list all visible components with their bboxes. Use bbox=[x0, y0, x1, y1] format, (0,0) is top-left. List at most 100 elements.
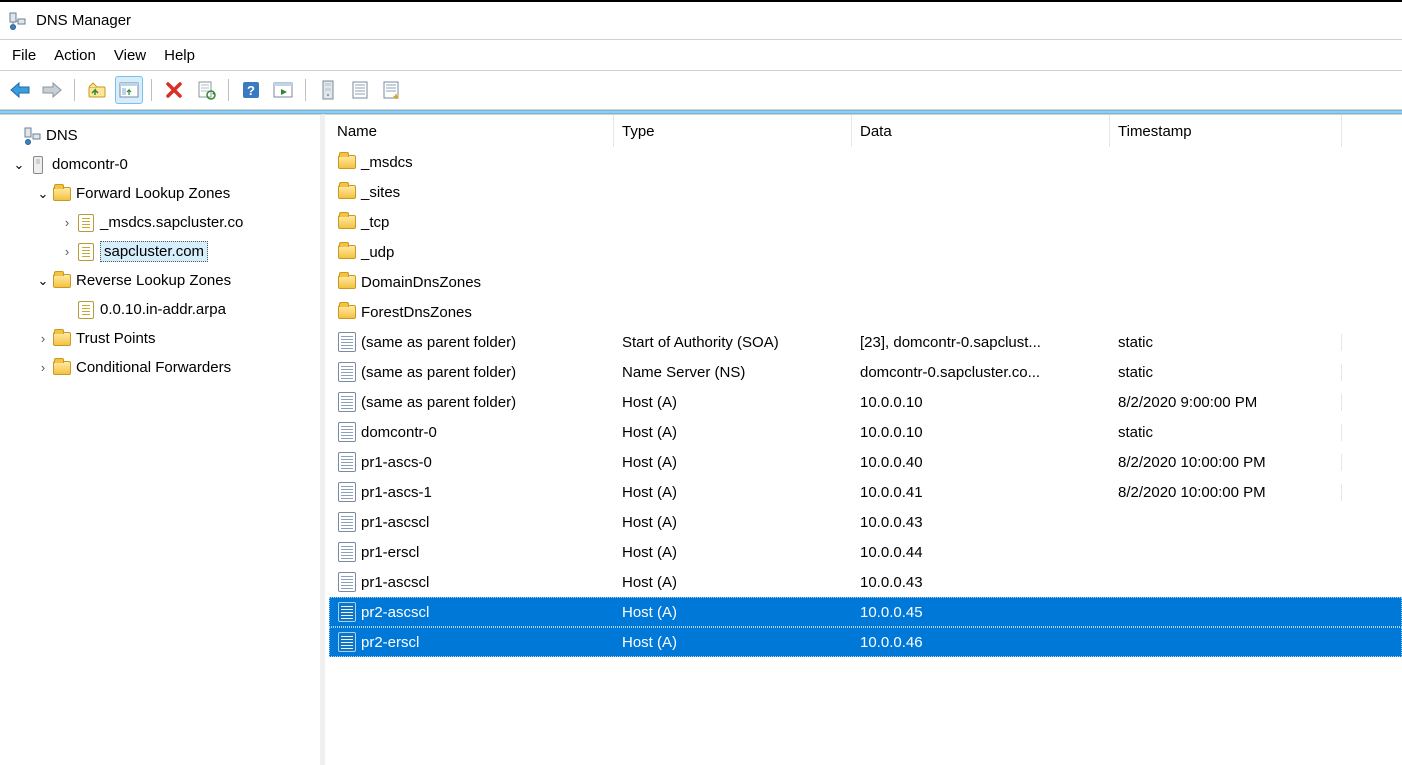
tree-label: Reverse Lookup Zones bbox=[76, 272, 231, 289]
tree-root-dns[interactable]: DNS bbox=[0, 121, 320, 150]
menu-file[interactable]: File bbox=[12, 47, 36, 64]
server-icon bbox=[28, 155, 48, 175]
cell-type: Host (A) bbox=[614, 424, 852, 441]
list-row[interactable]: pr2-ersclHost (A)10.0.0.46 bbox=[329, 627, 1402, 657]
list-row[interactable]: pr1-ersclHost (A)10.0.0.44 bbox=[329, 537, 1402, 567]
cell-timestamp: 8/2/2020 10:00:00 PM bbox=[1110, 454, 1342, 471]
expand-icon[interactable]: › bbox=[34, 331, 52, 346]
list-row[interactable]: pr1-ascsclHost (A)10.0.0.43 bbox=[329, 567, 1402, 597]
up-folder-button[interactable] bbox=[83, 76, 111, 104]
cell-name: pr1-ascs-1 bbox=[329, 482, 614, 502]
cell-type: Host (A) bbox=[614, 454, 852, 471]
cell-timestamp: static bbox=[1110, 334, 1342, 351]
folder-icon bbox=[337, 272, 357, 292]
column-header-data[interactable]: Data bbox=[852, 115, 1110, 147]
tree-zone-arpa[interactable]: 0.0.10.in-addr.arpa bbox=[0, 295, 320, 324]
tree-label: _msdcs.sapcluster.co bbox=[100, 214, 243, 231]
tree-conditional-forwarders[interactable]: › Conditional Forwarders bbox=[0, 353, 320, 382]
list-header: Name Type Data Timestamp bbox=[325, 115, 1402, 147]
list-row[interactable]: pr1-ascscl Host (A)10.0.0.43 bbox=[329, 507, 1402, 537]
title-bar: DNS Manager bbox=[0, 2, 1402, 40]
cell-name-text: pr1-erscl bbox=[361, 544, 419, 561]
list-row[interactable]: _udp bbox=[329, 237, 1402, 267]
tree-label: 0.0.10.in-addr.arpa bbox=[100, 301, 226, 318]
list-row[interactable]: DomainDnsZones bbox=[329, 267, 1402, 297]
delete-button[interactable] bbox=[160, 76, 188, 104]
cell-name: _msdcs bbox=[329, 152, 614, 172]
new-record-button[interactable] bbox=[378, 76, 406, 104]
cell-name-text: _udp bbox=[361, 244, 394, 261]
cell-name-text: (same as parent folder) bbox=[361, 364, 516, 381]
list-row[interactable]: pr2-ascsclHost (A)10.0.0.45 bbox=[329, 597, 1402, 627]
column-header-type[interactable]: Type bbox=[614, 115, 852, 147]
column-header-timestamp[interactable]: Timestamp bbox=[1110, 115, 1342, 147]
refresh-button[interactable] bbox=[192, 76, 220, 104]
help-button[interactable]: ? bbox=[237, 76, 265, 104]
cell-name-text: _msdcs bbox=[361, 154, 413, 171]
cell-data: 10.0.0.43 bbox=[852, 514, 1110, 531]
menu-help[interactable]: Help bbox=[164, 47, 195, 64]
column-header-name[interactable]: Name bbox=[329, 115, 614, 147]
list-row[interactable]: ForestDnsZones bbox=[329, 297, 1402, 327]
list-row[interactable]: _tcp bbox=[329, 207, 1402, 237]
cell-name: domcontr-0 bbox=[329, 422, 614, 442]
cell-data: 10.0.0.43 bbox=[852, 574, 1110, 591]
expand-icon[interactable]: › bbox=[58, 215, 76, 230]
tree-trust-points[interactable]: › Trust Points bbox=[0, 324, 320, 353]
forward-button[interactable] bbox=[38, 76, 66, 104]
tree-zone-msdcs[interactable]: › _msdcs.sapcluster.co bbox=[0, 208, 320, 237]
list-row[interactable]: (same as parent folder)Host (A)10.0.0.10… bbox=[329, 387, 1402, 417]
toolbar-separator bbox=[228, 79, 229, 101]
record-icon bbox=[337, 332, 357, 352]
app-icon bbox=[8, 12, 26, 30]
tree-label: Forward Lookup Zones bbox=[76, 185, 230, 202]
cell-name-text: pr1-ascscl bbox=[361, 514, 429, 531]
menu-action[interactable]: Action bbox=[54, 47, 96, 64]
list-row[interactable]: pr1-ascs-1Host (A)10.0.0.418/2/2020 10:0… bbox=[329, 477, 1402, 507]
svg-text:?: ? bbox=[247, 83, 255, 98]
toolbar-separator bbox=[151, 79, 152, 101]
tree-flz[interactable]: ⌄ Forward Lookup Zones bbox=[0, 179, 320, 208]
collapse-icon[interactable]: ⌄ bbox=[34, 273, 52, 289]
list-row[interactable]: _msdcs bbox=[329, 147, 1402, 177]
cell-timestamp: static bbox=[1110, 364, 1342, 381]
folder-icon bbox=[337, 212, 357, 232]
action-pane-button[interactable] bbox=[269, 76, 297, 104]
cell-data: 10.0.0.10 bbox=[852, 424, 1110, 441]
cell-timestamp: 8/2/2020 9:00:00 PM bbox=[1110, 394, 1342, 411]
server-button[interactable] bbox=[314, 76, 342, 104]
toolbar-separator bbox=[305, 79, 306, 101]
cell-name: (same as parent folder) bbox=[329, 392, 614, 412]
cell-data: 10.0.0.45 bbox=[852, 604, 1110, 621]
tree-label: domcontr-0 bbox=[52, 156, 128, 173]
collapse-icon[interactable]: ⌄ bbox=[10, 157, 28, 173]
cell-name: _tcp bbox=[329, 212, 614, 232]
list-row[interactable]: (same as parent folder)Name Server (NS)d… bbox=[329, 357, 1402, 387]
cell-data: [23], domcontr-0.sapclust... bbox=[852, 334, 1110, 351]
cell-type: Host (A) bbox=[614, 574, 852, 591]
show-hide-tree-button[interactable] bbox=[115, 76, 143, 104]
folder-icon bbox=[52, 329, 72, 349]
tree-rlz[interactable]: ⌄ Reverse Lookup Zones bbox=[0, 266, 320, 295]
list-row[interactable]: _sites bbox=[329, 177, 1402, 207]
list-row[interactable]: domcontr-0Host (A)10.0.0.10static bbox=[329, 417, 1402, 447]
collapse-icon[interactable]: ⌄ bbox=[34, 186, 52, 202]
back-button[interactable] bbox=[6, 76, 34, 104]
menu-view[interactable]: View bbox=[114, 47, 146, 64]
cell-name: _udp bbox=[329, 242, 614, 262]
list-row[interactable]: pr1-ascs-0Host (A)10.0.0.408/2/2020 10:0… bbox=[329, 447, 1402, 477]
tree-server[interactable]: ⌄ domcontr-0 bbox=[0, 150, 320, 179]
cell-data: 10.0.0.10 bbox=[852, 394, 1110, 411]
cell-name-text: _sites bbox=[361, 184, 400, 201]
list-row[interactable]: (same as parent folder)Start of Authorit… bbox=[329, 327, 1402, 357]
record-icon bbox=[337, 542, 357, 562]
record-icon bbox=[337, 512, 357, 532]
expand-icon[interactable]: › bbox=[34, 360, 52, 375]
toolbar: ? bbox=[0, 70, 1402, 110]
cell-type: Host (A) bbox=[614, 514, 852, 531]
expand-icon[interactable]: › bbox=[58, 244, 76, 259]
tree-zone-sapcluster[interactable]: › sapcluster.com bbox=[0, 237, 320, 266]
list-button[interactable] bbox=[346, 76, 374, 104]
cell-type: Name Server (NS) bbox=[614, 364, 852, 381]
cell-name: pr1-erscl bbox=[329, 542, 614, 562]
